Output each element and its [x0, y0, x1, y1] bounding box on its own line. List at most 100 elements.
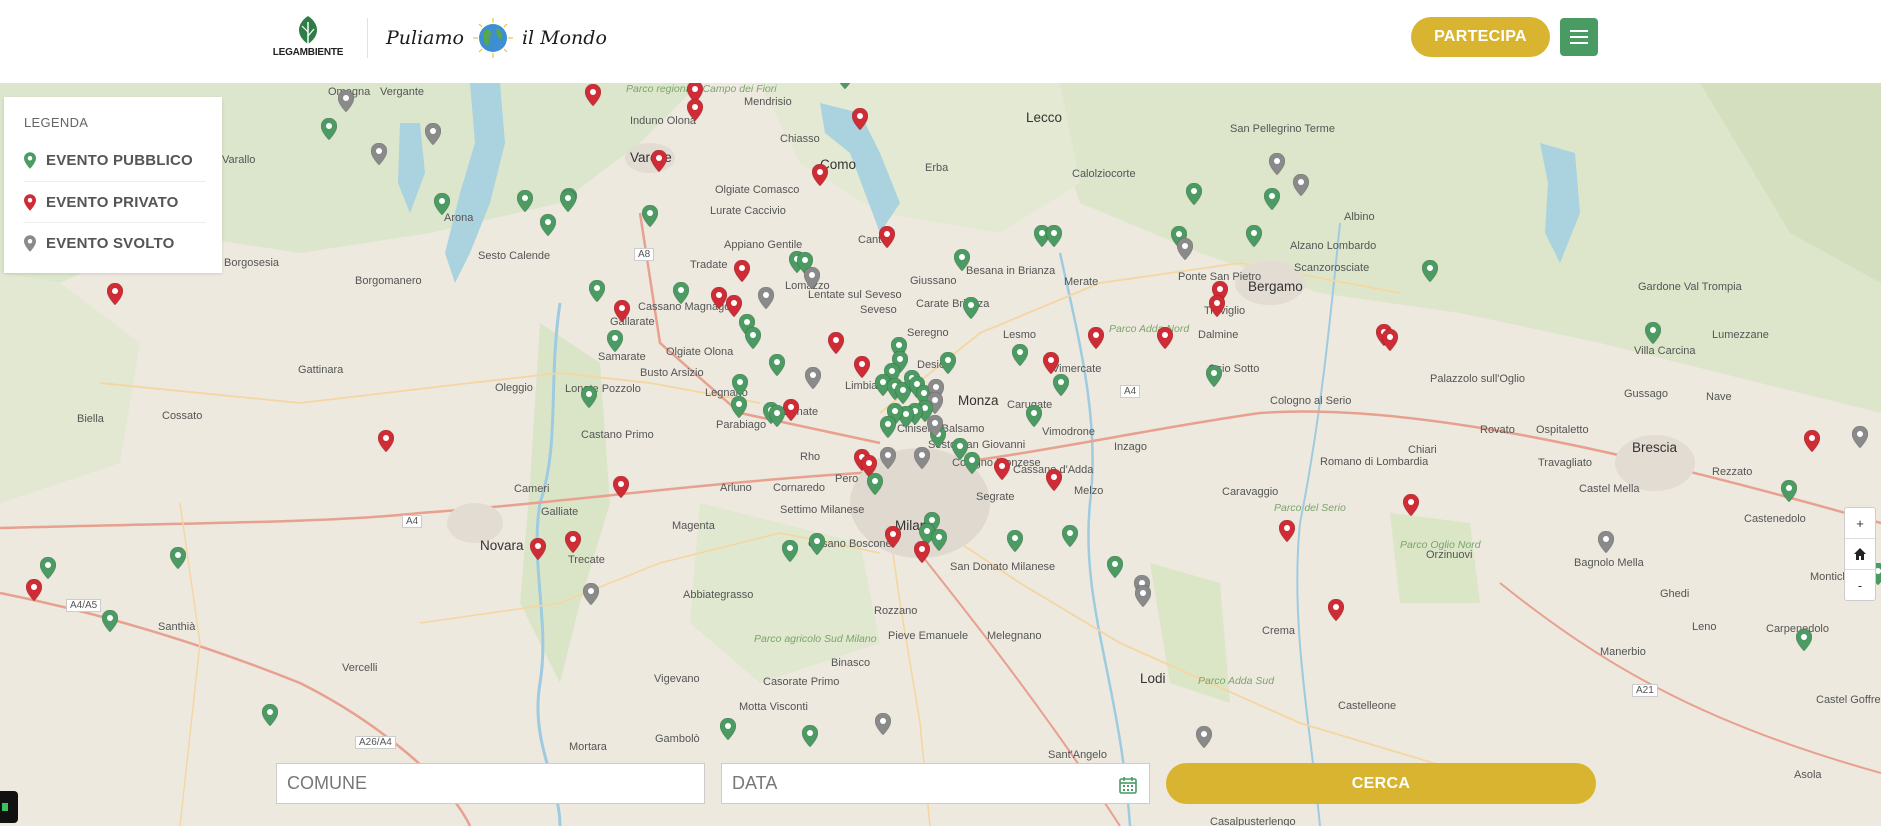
zoom-out-button[interactable]: - [1845, 569, 1875, 600]
event-pin-privato[interactable] [1804, 430, 1820, 452]
event-pin-privato[interactable] [1403, 494, 1419, 516]
event-pin-pubblico[interactable] [321, 118, 337, 140]
event-pin-pubblico[interactable] [560, 190, 576, 212]
event-pin-pubblico[interactable] [1781, 480, 1797, 502]
event-pin-pubblico[interactable] [1246, 225, 1262, 247]
event-pin-pubblico[interactable] [673, 282, 689, 304]
partecipa-button[interactable]: PARTECIPA [1411, 17, 1550, 57]
event-pin-privato[interactable] [1209, 295, 1225, 317]
event-pin-svolto[interactable] [805, 367, 821, 389]
event-pin-privato[interactable] [26, 579, 42, 601]
comune-input[interactable]: COMUNE [276, 763, 705, 804]
event-pin-svolto[interactable] [914, 447, 930, 469]
event-pin-privato[interactable] [378, 430, 394, 452]
event-pin-svolto[interactable] [1177, 238, 1193, 260]
event-pin-svolto[interactable] [1196, 726, 1212, 748]
event-pin-svolto[interactable] [1598, 531, 1614, 553]
event-pin-privato[interactable] [812, 164, 828, 186]
event-pin-pubblico[interactable] [732, 374, 748, 396]
event-pin-pubblico[interactable] [964, 452, 980, 474]
event-pin-pubblico[interactable] [867, 473, 883, 495]
event-pin-pubblico[interactable] [642, 205, 658, 227]
event-pin-privato[interactable] [585, 84, 601, 106]
event-pin-pubblico[interactable] [1053, 374, 1069, 396]
cerca-button[interactable]: CERCA [1166, 763, 1596, 804]
event-pin-pubblico[interactable] [1264, 188, 1280, 210]
event-pin-pubblico[interactable] [1007, 530, 1023, 552]
event-pin-privato[interactable] [1157, 327, 1173, 349]
event-pin-privato[interactable] [852, 108, 868, 130]
event-pin-svolto[interactable] [425, 123, 441, 145]
event-pin-privato[interactable] [854, 356, 870, 378]
event-pin-pubblico[interactable] [102, 610, 118, 632]
event-pin-pubblico[interactable] [769, 405, 785, 427]
event-pin-pubblico[interactable] [1062, 525, 1078, 547]
puliamo-il-mondo-logo[interactable]: Puliamo il Mondo [386, 18, 607, 58]
event-pin-svolto[interactable] [1852, 426, 1868, 448]
event-pin-pubblico[interactable] [589, 280, 605, 302]
event-pin-svolto[interactable] [1135, 585, 1151, 607]
event-pin-pubblico[interactable] [1046, 225, 1062, 247]
home-button[interactable] [1845, 538, 1875, 569]
event-pin-privato[interactable] [914, 541, 930, 563]
event-pin-pubblico[interactable] [262, 704, 278, 726]
event-pin-privato[interactable] [1088, 327, 1104, 349]
event-pin-pubblico[interactable] [809, 533, 825, 555]
event-pin-privato[interactable] [783, 399, 799, 421]
event-pin-svolto[interactable] [583, 583, 599, 605]
event-pin-privato[interactable] [734, 260, 750, 282]
event-pin-pubblico[interactable] [1422, 260, 1438, 282]
event-pin-pubblico[interactable] [963, 297, 979, 319]
event-pin-pubblico[interactable] [782, 540, 798, 562]
event-pin-svolto[interactable] [1293, 174, 1309, 196]
event-pin-pubblico[interactable] [954, 249, 970, 271]
event-pin-svolto[interactable] [880, 447, 896, 469]
event-pin-pubblico[interactable] [1186, 183, 1202, 205]
event-pin-pubblico[interactable] [880, 416, 896, 438]
event-pin-pubblico[interactable] [1026, 405, 1042, 427]
event-pin-pubblico[interactable] [581, 386, 597, 408]
event-pin-privato[interactable] [711, 287, 727, 309]
event-pin-privato[interactable] [1046, 469, 1062, 491]
event-pin-svolto[interactable] [804, 267, 820, 289]
calendar-icon[interactable] [1119, 776, 1137, 794]
event-pin-svolto[interactable] [758, 287, 774, 309]
event-pin-pubblico[interactable] [837, 83, 853, 89]
event-pin-pubblico[interactable] [931, 529, 947, 551]
event-pin-privato[interactable] [565, 531, 581, 553]
event-pin-privato[interactable] [994, 458, 1010, 480]
event-pin-pubblico[interactable] [1107, 556, 1123, 578]
event-pin-svolto[interactable] [927, 415, 943, 437]
event-pin-pubblico[interactable] [1206, 365, 1222, 387]
event-pin-svolto[interactable] [338, 90, 354, 112]
event-pin-privato[interactable] [828, 332, 844, 354]
event-pin-privato[interactable] [1382, 329, 1398, 351]
event-pin-privato[interactable] [614, 300, 630, 322]
zoom-in-button[interactable]: + [1845, 508, 1875, 538]
event-pin-pubblico[interactable] [731, 396, 747, 418]
event-pin-privato[interactable] [879, 226, 895, 248]
event-pin-pubblico[interactable] [607, 330, 623, 352]
event-pin-svolto[interactable] [875, 713, 891, 735]
event-pin-privato[interactable] [1043, 352, 1059, 374]
hamburger-menu-button[interactable] [1560, 18, 1598, 56]
event-pin-svolto[interactable] [1269, 153, 1285, 175]
event-pin-privato[interactable] [687, 99, 703, 121]
data-input[interactable]: DATA [721, 763, 1150, 804]
event-pin-privato[interactable] [107, 283, 123, 305]
event-pin-privato[interactable] [530, 538, 546, 560]
events-map[interactable]: Omegna Vergante Varallo Arona Sesto Cale… [0, 83, 1881, 826]
event-pin-pubblico[interactable] [1796, 629, 1812, 651]
event-pin-pubblico[interactable] [1645, 322, 1661, 344]
event-pin-pubblico[interactable] [170, 547, 186, 569]
event-pin-svolto[interactable] [371, 143, 387, 165]
event-pin-pubblico[interactable] [745, 327, 761, 349]
event-pin-pubblico[interactable] [540, 214, 556, 236]
event-pin-privato[interactable] [885, 526, 901, 548]
event-pin-pubblico[interactable] [434, 193, 450, 215]
event-pin-privato[interactable] [1328, 599, 1344, 621]
event-pin-privato[interactable] [651, 150, 667, 172]
event-pin-privato[interactable] [613, 476, 629, 498]
event-pin-pubblico[interactable] [769, 354, 785, 376]
event-pin-pubblico[interactable] [940, 352, 956, 374]
